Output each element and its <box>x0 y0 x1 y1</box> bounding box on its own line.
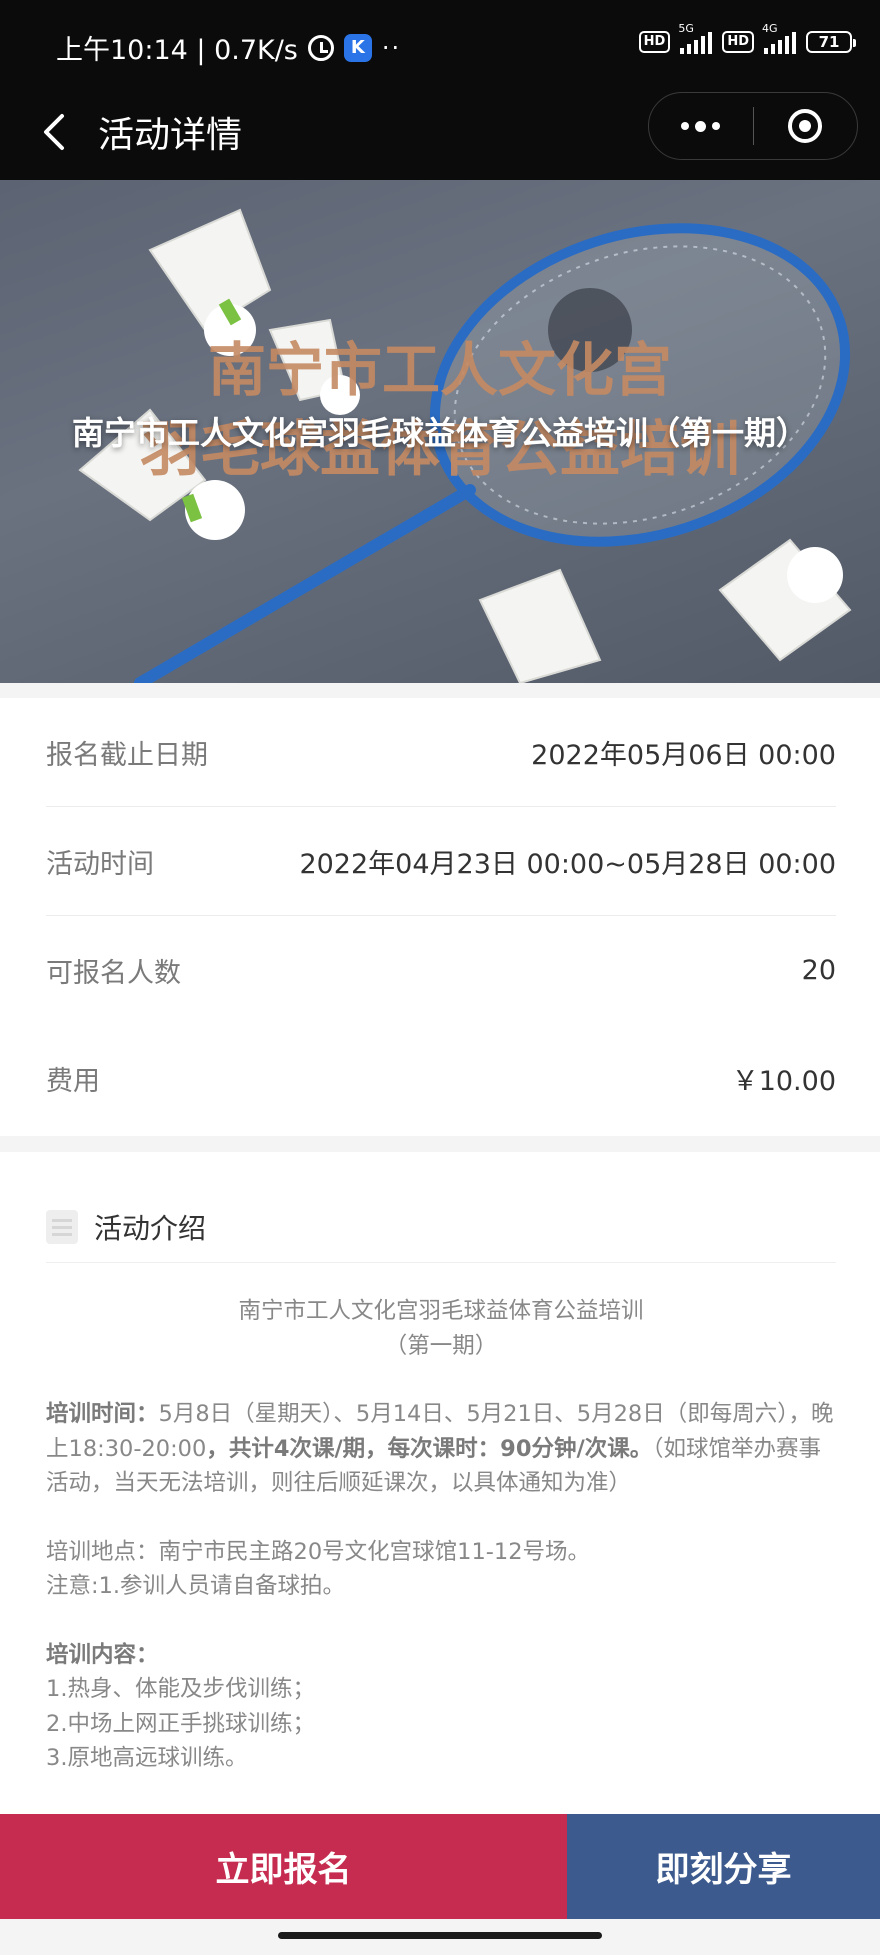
signal-5g-icon: 5G <box>678 22 713 54</box>
share-button[interactable]: 即刻分享 <box>567 1814 880 1919</box>
alarm-icon <box>307 34 334 61</box>
info-label: 报名截止日期 <box>46 740 208 771</box>
nav-bar: 活动详情 <box>0 90 880 180</box>
activity-intro-section: 活动介绍 南宁市工人文化宫羽毛球益体育公益培训 （第一期） 培训时间：5月8日（… <box>0 1152 880 1814</box>
intro-body: 南宁市工人文化宫羽毛球益体育公益培训 （第一期） 培训时间：5月8日（星期天）、… <box>46 1294 836 1776</box>
info-label: 活动时间 <box>46 849 154 880</box>
activity-info-card: 报名截止日期 2022年05月06日 00:00 活动时间 2022年04月23… <box>0 698 880 1136</box>
training-content-item: 1.热身、体能及步伐训练； <box>46 1676 315 1702</box>
training-content-item: 2.中场上网正手挑球训练； <box>46 1710 315 1737</box>
banner-overlay-line1: 南宁市工人文化宫 <box>208 338 672 403</box>
banner-title: 南宁市工人文化宫羽毛球益体育公益培训（第一期） <box>71 414 808 452</box>
training-time-paragraph: 培训时间：5月8日（星期天）、5月14日、5月21日、5月28日（即每周六），晚… <box>46 1397 836 1501</box>
page-title: 活动详情 <box>98 115 243 156</box>
signal-4g-icon: 4G <box>762 22 796 54</box>
hd-icon: HD <box>638 31 671 53</box>
training-note: 注意:1.参训人员请自备球拍。 <box>46 1573 346 1599</box>
intro-title: 活动介绍 <box>94 1212 207 1245</box>
status-time-speed: 上午10:14 | 0.7K/s <box>56 35 298 66</box>
info-label: 费用 <box>46 1066 100 1097</box>
info-label: 可报名人数 <box>46 958 181 989</box>
home-indicator[interactable] <box>278 1932 602 1939</box>
training-location: 培训地点：南宁市民主路20号文化宫球馆11-12号场。 <box>46 1538 591 1565</box>
training-time-label: 培训时间： <box>46 1401 159 1427</box>
miniprogram-capsule <box>648 92 858 160</box>
info-row-capacity: 可报名人数 20 <box>46 916 836 1025</box>
info-value: 2022年04月23日 00:00~05月28日 00:00 <box>299 849 836 880</box>
status-right: HD 5G HD 4G 71 <box>638 22 856 54</box>
intro-header: 活动介绍 <box>46 1192 836 1262</box>
training-content-item: 3.原地高远球训练。 <box>46 1745 248 1771</box>
activity-banner: 南宁市工人文化宫 羽毛球益体育公益培训 南宁市工人文化宫羽毛球益体育公益培训（第… <box>0 180 880 683</box>
status-left: 上午10:14 | 0.7K/s K ·· <box>56 28 401 67</box>
info-value: 20 <box>801 955 836 986</box>
status-bar: 上午10:14 | 0.7K/s K ·· HD 5G HD 4G 71 <box>0 0 880 90</box>
back-arrow-icon[interactable] <box>36 110 80 154</box>
k-app-icon: K <box>343 33 372 62</box>
close-miniprogram-icon[interactable] <box>754 93 858 159</box>
intro-heading-line2: （第一期） <box>384 1332 498 1359</box>
more-notifications-icon: ·· <box>381 33 402 62</box>
info-row-fee: 费用 ￥10.00 <box>46 1024 836 1133</box>
training-content-label: 培训内容： <box>46 1641 159 1668</box>
more-options-icon[interactable] <box>649 93 753 159</box>
training-time-bold: ，共计4次课/期，每次课时：90分钟/次课。 <box>206 1435 653 1462</box>
signup-button[interactable]: 立即报名 <box>0 1814 567 1919</box>
network-label-5g: 5G <box>678 22 694 35</box>
network-label-4g: 4G <box>762 22 778 35</box>
document-icon <box>46 1210 78 1244</box>
intro-divider <box>46 1262 836 1263</box>
info-row-deadline: 报名截止日期 2022年05月06日 00:00 <box>46 698 836 807</box>
hd-icon-2: HD <box>722 31 754 53</box>
info-row-time: 活动时间 2022年04月23日 00:00~05月28日 00:00 <box>46 807 836 916</box>
intro-heading-line1: 南宁市工人文化宫羽毛球益体育公益培训 <box>238 1298 644 1324</box>
info-value: ￥10.00 <box>731 1066 836 1097</box>
info-value: 2022年05月06日 00:00 <box>531 740 836 771</box>
battery-icon: 71 <box>806 31 856 53</box>
